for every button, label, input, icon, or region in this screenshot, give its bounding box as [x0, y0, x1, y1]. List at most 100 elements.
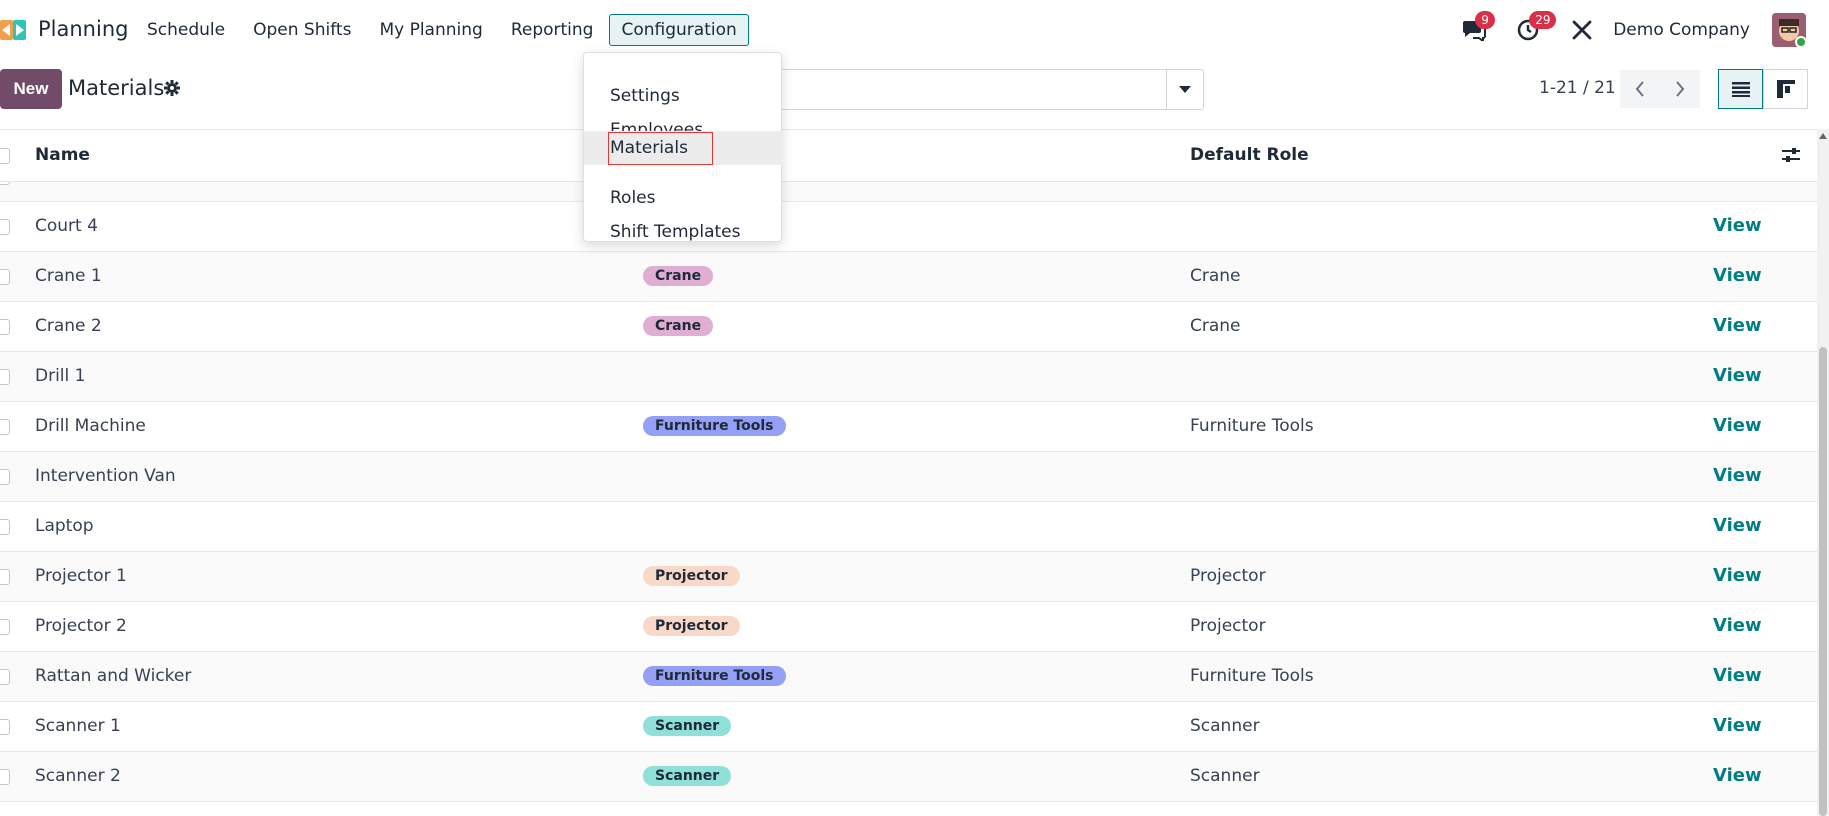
cell-name[interactable]: Laptop [35, 516, 94, 536]
view-button[interactable]: View [1713, 215, 1762, 236]
row-checkbox[interactable] [0, 219, 10, 235]
column-header-name[interactable]: Name [35, 145, 90, 165]
cell-name[interactable]: Crane 2 [35, 316, 102, 336]
view-button[interactable]: View [1713, 465, 1762, 486]
select-all-checkbox[interactable] [0, 148, 10, 164]
row-checkbox[interactable] [0, 619, 10, 635]
main-menu: Schedule Open Shifts My Planning Reporti… [135, 0, 753, 60]
view-button[interactable]: View [1713, 515, 1762, 536]
row-checkbox[interactable] [0, 669, 10, 685]
cell-name[interactable]: Scanner 2 [35, 766, 121, 786]
chevron-right-icon [1676, 81, 1685, 97]
pager-next-button[interactable] [1660, 70, 1700, 108]
dropdown-item-settings[interactable]: Settings [584, 79, 783, 113]
view-button[interactable]: View [1713, 265, 1762, 286]
search-options-toggle[interactable] [1166, 70, 1203, 109]
view-button[interactable]: View [1713, 665, 1762, 686]
company-name[interactable]: Demo Company [1613, 20, 1750, 40]
table-row[interactable]: Drill 1 View [0, 352, 1817, 402]
view-button[interactable]: View [1713, 765, 1762, 786]
menu-my-planning[interactable]: My Planning [367, 14, 494, 46]
cell-default-role[interactable]: Scanner [1190, 716, 1260, 736]
messages-button[interactable]: 9 [1459, 11, 1495, 45]
cell-default-role[interactable]: Crane [1190, 316, 1241, 336]
menu-configuration[interactable]: Configuration [609, 14, 749, 46]
menu-reporting[interactable]: Reporting [499, 14, 606, 46]
top-navbar: Planning Schedule Open Shifts My Plannin… [0, 0, 1829, 60]
materials-list: Court 3ViewCourt 4ViewCrane 1CraneCraneV… [0, 129, 1817, 816]
table-row[interactable]: Scanner 2 Scanner Scanner View [0, 752, 1817, 802]
cell-default-role[interactable]: Projector [1190, 616, 1266, 636]
cell-default-role[interactable]: Furniture Tools [1190, 416, 1314, 436]
cell-name[interactable]: Court 4 [35, 216, 98, 236]
dropdown-item-roles[interactable]: Roles [584, 181, 783, 215]
table-row[interactable]: Projector 2 Projector Projector View [0, 602, 1817, 652]
dropdown-item-materials[interactable]: Materials [584, 131, 783, 165]
row-checkbox[interactable] [0, 519, 10, 535]
cell-name[interactable]: Drill Machine [35, 416, 146, 436]
view-button[interactable]: View [1713, 715, 1762, 736]
view-button[interactable]: View [1713, 365, 1762, 386]
navbar-right: 9 29 Demo Company [1459, 0, 1829, 60]
table-row[interactable]: Crane 1 Crane Crane View [0, 252, 1817, 302]
row-checkbox[interactable] [0, 369, 10, 385]
user-avatar[interactable] [1772, 13, 1806, 47]
row-checkbox[interactable] [0, 319, 10, 335]
table-row[interactable]: Rattan and Wicker Furniture Tools Furnitur… [0, 652, 1817, 702]
planning-logo-icon[interactable] [0, 16, 28, 44]
optional-columns-icon[interactable] [1781, 145, 1801, 165]
pager-value[interactable]: 1-21 / 21 [1539, 78, 1616, 98]
table-row[interactable]: Crane 2 Crane Crane View [0, 302, 1817, 352]
scrollbar[interactable] [1817, 129, 1829, 816]
row-checkbox[interactable] [0, 419, 10, 435]
gantt-view-button[interactable] [1763, 69, 1808, 109]
scrollbar-thumb[interactable] [1819, 347, 1827, 816]
pager-previous-button[interactable] [1620, 70, 1660, 108]
cell-name[interactable]: Drill 1 [35, 366, 85, 386]
row-checkbox[interactable] [0, 769, 10, 785]
list-view-button[interactable] [1718, 69, 1763, 109]
cell-default-role[interactable]: Crane [1190, 266, 1241, 286]
cell-name[interactable]: Crane 1 [35, 266, 102, 286]
view-button[interactable]: View [1713, 415, 1762, 436]
cell-name[interactable]: Projector 1 [35, 566, 127, 586]
view-button[interactable]: View [1713, 315, 1762, 336]
cell-default-role[interactable]: Projector [1190, 566, 1266, 586]
row-checkbox[interactable] [0, 569, 10, 585]
debug-tools-button[interactable] [1567, 15, 1597, 45]
dropdown-item-shift-templates[interactable]: Shift Templates [584, 215, 783, 249]
activities-button[interactable]: 29 [1513, 11, 1557, 45]
menu-schedule[interactable]: Schedule [135, 14, 237, 46]
search-input[interactable] [760, 69, 1204, 110]
table-row[interactable]: Intervention Van View [0, 452, 1817, 502]
scroll-up-arrow-icon[interactable] [1819, 133, 1827, 139]
column-header-default-role[interactable]: Default Role [1190, 145, 1309, 165]
cell-default-role[interactable]: Scanner [1190, 766, 1260, 786]
menu-open-shifts[interactable]: Open Shifts [241, 14, 363, 46]
app-name[interactable]: Planning [38, 17, 128, 41]
new-button[interactable]: New [0, 69, 62, 109]
cell-name[interactable]: Scanner 1 [35, 716, 121, 736]
messages-badge: 9 [1475, 11, 1495, 29]
row-checkbox[interactable] [0, 719, 10, 735]
cell-name[interactable]: Projector 2 [35, 616, 127, 636]
table-row[interactable]: Projector 1 Projector Projector View [0, 552, 1817, 602]
online-status-indicator [1795, 36, 1806, 47]
gear-icon[interactable] [164, 80, 180, 96]
table-row[interactable]: Court 4 View [0, 202, 1817, 252]
row-checkbox[interactable] [0, 469, 10, 485]
table-row[interactable]: Drill Machine Furniture Tools Furniture To… [0, 402, 1817, 452]
table-row[interactable]: Scanner 1 Scanner Scanner View [0, 702, 1817, 752]
cell-name[interactable]: Rattan and Wicker [35, 666, 191, 686]
caret-down-icon [1179, 85, 1191, 93]
view-button[interactable]: View [1713, 615, 1762, 636]
focus-outline [608, 132, 713, 165]
view-button[interactable]: View [1713, 565, 1762, 586]
table-row[interactable]: Table SawFurniture ToolsFurniture ToolsV… [0, 802, 1817, 816]
row-checkbox[interactable] [0, 269, 10, 285]
cell-name[interactable]: Intervention Van [35, 466, 176, 486]
cell-default-role[interactable]: Furniture Tools [1190, 666, 1314, 686]
role-tag: Projector [643, 566, 740, 586]
table-row[interactable]: Laptop View [0, 502, 1817, 552]
tools-icon [1572, 20, 1592, 40]
